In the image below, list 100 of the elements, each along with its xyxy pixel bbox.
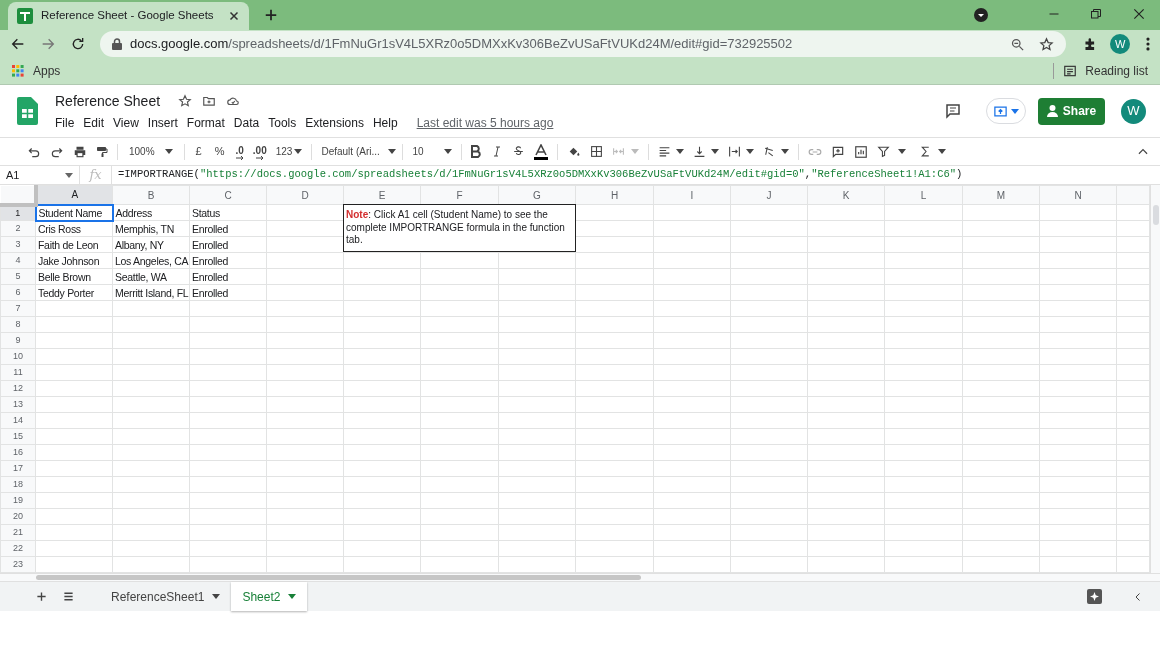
menu-item[interactable]: View	[113, 114, 139, 132]
column-header[interactable]: L	[884, 185, 963, 205]
decimal-button[interactable]: .00	[252, 143, 267, 160]
last-edit-link[interactable]: Last edit was 5 hours ago	[416, 114, 554, 132]
sheets-logo-icon[interactable]	[17, 97, 38, 125]
caret-icon	[294, 149, 303, 154]
column-header[interactable]: G	[498, 185, 576, 205]
text-wrap-icon[interactable]	[728, 145, 742, 158]
font-dropdown[interactable]: Default (Ari...	[321, 144, 394, 159]
text-color-icon[interactable]	[534, 143, 549, 160]
column-header[interactable]: K	[807, 185, 885, 205]
column-header[interactable]: J	[730, 185, 808, 205]
zoom-out-icon[interactable]	[1010, 36, 1026, 52]
close-icon[interactable]	[1132, 7, 1146, 21]
caret-icon	[1011, 108, 1019, 114]
column-header[interactable]: E	[343, 185, 421, 205]
bookmark-link[interactable]: Apps	[33, 62, 61, 80]
document-title[interactable]: Reference Sheet	[55, 90, 161, 112]
move-folder-icon[interactable]	[202, 94, 217, 108]
strikethrough-icon[interactable]	[512, 145, 526, 158]
caret-icon	[164, 149, 173, 154]
format-button[interactable]: %	[212, 143, 227, 160]
vertical-align-icon[interactable]	[693, 145, 707, 158]
column-header[interactable]: D	[266, 185, 344, 205]
menu-item[interactable]: Insert	[147, 114, 178, 132]
forward-icon[interactable]	[40, 36, 56, 52]
align-left-icon[interactable]	[658, 145, 672, 158]
chart-icon[interactable]	[854, 144, 869, 159]
zoom-dropdown[interactable]: 100%	[127, 144, 175, 159]
table-cell: Address	[115, 206, 152, 219]
column-header[interactable]: H	[575, 185, 654, 205]
caret-icon	[212, 594, 221, 599]
table-cell: Jake Johnson	[38, 254, 100, 267]
star-icon[interactable]	[178, 94, 193, 108]
print-icon[interactable]	[73, 144, 87, 159]
table-cell: Memphis, TN	[115, 222, 174, 235]
more-icon[interactable]	[1146, 37, 1150, 51]
caret-icon	[676, 149, 685, 154]
share-button[interactable]: Share	[1038, 97, 1105, 125]
table-cell: Enrolled	[192, 270, 229, 283]
column-header[interactable]: M	[962, 185, 1040, 205]
table-cell: Faith de Leon	[38, 238, 99, 251]
back-icon[interactable]	[10, 36, 26, 52]
tab-title: Reference Sheet - Google Sheets	[41, 8, 214, 24]
borders-icon[interactable]	[590, 145, 604, 158]
decimal-button[interactable]: .0	[235, 143, 244, 160]
font-size-dropdown[interactable]: 10	[412, 144, 453, 159]
column-header[interactable]: I	[653, 185, 731, 205]
menu-item[interactable]: Tools	[268, 114, 297, 132]
scrollbar-thumb[interactable]	[36, 575, 641, 580]
menu-item[interactable]: Edit	[83, 114, 105, 132]
bold-icon[interactable]	[471, 145, 483, 158]
browser-tab[interactable]: Reference Sheet - Google Sheets	[8, 2, 249, 30]
account-avatar[interactable]: W	[1121, 98, 1146, 124]
explore-icon[interactable]	[1087, 589, 1102, 604]
table-cell: Seattle, WA	[115, 270, 167, 283]
add-sheet-icon[interactable]	[36, 591, 47, 602]
fill-color-icon[interactable]	[567, 145, 582, 158]
restore-icon[interactable]	[1090, 8, 1102, 20]
format-button[interactable]: £	[193, 143, 204, 160]
column-header[interactable]: F	[420, 185, 499, 205]
column-header[interactable]: C	[189, 185, 267, 205]
menu-item[interactable]: Extensions	[305, 114, 364, 132]
column-header[interactable]: B	[112, 185, 190, 205]
reload-icon[interactable]	[70, 36, 86, 52]
column-header[interactable]: N	[1039, 185, 1117, 205]
column-header[interactable]: A	[35, 185, 113, 205]
paint-format-icon[interactable]	[96, 144, 108, 159]
new-tab-icon[interactable]	[263, 8, 278, 22]
add-comment-icon[interactable]	[831, 144, 846, 159]
table-cell: Enrolled	[192, 238, 229, 251]
present-icon[interactable]	[993, 103, 1008, 119]
menu-item[interactable]: Format	[186, 114, 225, 132]
arrow-icon	[255, 155, 264, 160]
profile-avatar[interactable]: W	[1110, 34, 1131, 54]
tab-search-icon[interactable]	[974, 8, 988, 22]
scrollbar-thumb[interactable]	[1153, 205, 1159, 225]
star-icon[interactable]	[1039, 36, 1055, 52]
menu-item[interactable]: Data	[233, 114, 260, 132]
caret-icon	[711, 149, 720, 154]
close-icon[interactable]	[227, 10, 240, 22]
sheet-tab[interactable]: Sheet2	[231, 582, 308, 611]
reading-list-icon[interactable]	[1063, 64, 1078, 78]
filter-icon[interactable]	[877, 145, 891, 158]
menu-item[interactable]: Help	[372, 114, 398, 132]
menu-item[interactable]: File	[55, 114, 75, 132]
sheet-tab[interactable]: ReferenceSheet1	[100, 582, 232, 611]
arrow-icon	[235, 155, 244, 160]
comment-icon[interactable]	[944, 102, 962, 120]
merge-cells-icon[interactable]	[612, 145, 626, 158]
caret-icon	[938, 149, 947, 154]
caret-icon	[288, 594, 297, 599]
apps-grid-icon[interactable]	[12, 65, 24, 77]
number-format-dropdown[interactable]: 123	[275, 144, 303, 159]
name-box[interactable]: A1	[0, 166, 80, 184]
table-cell: Teddy Porter	[38, 286, 94, 299]
all-sheets-icon[interactable]	[63, 591, 74, 602]
formula-input[interactable]: =IMPORTRANGE("https://docs.google.com/spreadsheets/d/1FmNuGr1sV4L5XRz0o5DMXxKv306BeZvUSaFtVUKd24M/edit#gid=0","ReferenceSheet1!A1:C6")	[118, 167, 963, 183]
address-bar[interactable]: docs.google.com/spreadsheets/d/1FmNuGr1sV4L5XRz0o5DMXxKv306BeZvUSaFtVUKd24M/edit#gid=732925502	[100, 31, 1067, 57]
reading-list-button[interactable]: Reading list	[1085, 62, 1148, 80]
